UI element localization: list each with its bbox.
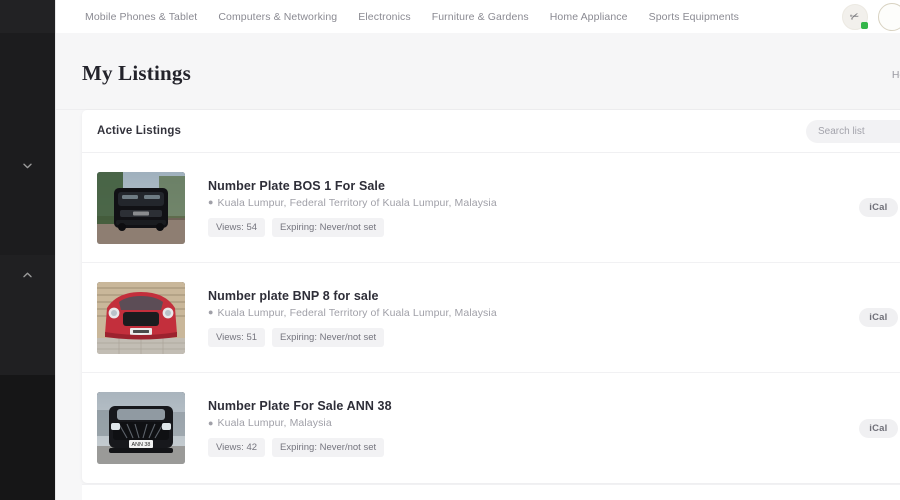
- views-badge: Views: 54: [208, 217, 266, 237]
- chevron-down-icon[interactable]: [0, 161, 55, 170]
- nav-link-computers-networking[interactable]: Computers & Networking: [218, 11, 337, 23]
- listing-thumbnail[interactable]: [97, 171, 185, 244]
- listing-title[interactable]: Number Plate For Sale ANN 38: [208, 399, 900, 413]
- listing-actions: iCal ✎ Edit: [859, 308, 900, 327]
- listing-location: ● Kuala Lumpur, Federal Territory of Kua…: [208, 307, 900, 319]
- search-wrapper: [806, 120, 900, 143]
- listing-actions: iCal ✎ Edit: [859, 418, 900, 438]
- nav-right-actions: ✂: [842, 0, 900, 33]
- nav-link-mobile-phones-tablet[interactable]: Mobile Phones & Tablet: [85, 11, 197, 23]
- listing-thumbnail[interactable]: [97, 281, 185, 354]
- page-header: My Listings Hom: [56, 33, 900, 110]
- listing-details: Number Plate BOS 1 For Sale ● Kuala Lump…: [208, 179, 900, 237]
- main-content: Mobile Phones & Tablet Computers & Netwo…: [56, 0, 900, 500]
- ical-button[interactable]: iCal: [859, 198, 898, 217]
- ical-button-label: iCal: [869, 422, 888, 434]
- listing-actions: iCal ✎ Edit: [859, 198, 900, 217]
- nav-link-electronics[interactable]: Electronics: [358, 11, 410, 23]
- table-row[interactable]: Number Plate BOS 1 For Sale ● Kuala Lump…: [82, 153, 900, 263]
- nav-link-home-appliance[interactable]: Home Appliance: [550, 11, 628, 23]
- views-badge: Views: 42: [208, 438, 266, 457]
- ical-button-label: iCal: [869, 312, 888, 323]
- sidebar-top-section: [0, 0, 55, 33]
- expiry-badge: Expiring: Never/not set: [272, 327, 385, 347]
- map-pin-icon: ●: [208, 307, 214, 317]
- listing-chips: Views: 54 Expiring: Never/not set: [208, 217, 900, 237]
- active-listings-card: Active Listings Search list Number Plate…: [82, 110, 900, 483]
- notification-icon[interactable]: ✂: [842, 3, 868, 30]
- listing-location: ● Kuala Lumpur, Federal Territory of Kua…: [208, 197, 900, 209]
- search-input[interactable]: [806, 120, 900, 143]
- map-pin-icon: ●: [208, 417, 214, 428]
- online-status-dot: [861, 21, 868, 29]
- nav-link-sports-equipments[interactable]: Sports Equipments: [649, 11, 739, 23]
- card-header: Active Listings: [82, 110, 900, 153]
- sidebar-section-c[interactable]: [0, 375, 55, 500]
- top-navigation-bar: Mobile Phones & Tablet Computers & Netwo…: [56, 0, 900, 33]
- expiry-badge: Expiring: Never/not set: [272, 217, 385, 237]
- card-bottom-strip: [82, 484, 900, 500]
- listing-title[interactable]: Number plate BNP 8 for sale: [208, 289, 900, 303]
- listing-thumbnail[interactable]: ANN 38: [97, 392, 185, 464]
- listing-location: ● Kuala Lumpur, Malaysia: [208, 417, 900, 429]
- ical-button-label: iCal: [869, 202, 888, 213]
- listing-details: Number Plate For Sale ANN 38 ● Kuala Lum…: [208, 399, 900, 457]
- views-badge: Views: 51: [208, 327, 266, 347]
- expiry-badge: Expiring: Never/not set: [272, 438, 385, 457]
- listing-chips: Views: 42 Expiring: Never/not set: [208, 438, 900, 457]
- sidebar-section-a[interactable]: [0, 33, 55, 255]
- page-title: My Listings: [82, 61, 191, 85]
- nav-link-furniture-gardens[interactable]: Furniture & Gardens: [432, 11, 529, 23]
- card-title: Active Listings: [97, 125, 182, 137]
- listing-location-text: Kuala Lumpur, Malaysia: [217, 417, 332, 429]
- breadcrumb[interactable]: Hom: [892, 69, 900, 81]
- svg-text:ANN 38: ANN 38: [132, 442, 151, 448]
- left-sidebar: [0, 0, 55, 500]
- table-row[interactable]: ANN 38 Number Plate For Sale ANN 38 ● Ku…: [82, 373, 900, 483]
- category-nav: Mobile Phones & Tablet Computers & Netwo…: [85, 11, 739, 23]
- listing-title[interactable]: Number Plate BOS 1 For Sale: [208, 179, 900, 193]
- listing-details: Number plate BNP 8 for sale ● Kuala Lump…: [208, 289, 900, 347]
- ical-button[interactable]: iCal: [859, 308, 898, 327]
- listing-location-text: Kuala Lumpur, Federal Territory of Kuala…: [217, 306, 497, 319]
- map-pin-icon: ●: [208, 197, 214, 207]
- listing-location-text: Kuala Lumpur, Federal Territory of Kuala…: [217, 196, 497, 209]
- table-row[interactable]: Number plate BNP 8 for sale ● Kuala Lump…: [82, 263, 900, 373]
- ical-button[interactable]: iCal: [859, 418, 898, 438]
- user-avatar[interactable]: [878, 2, 900, 31]
- bell-glyph: ✂: [848, 9, 862, 25]
- chevron-up-icon[interactable]: [0, 270, 55, 279]
- listing-chips: Views: 51 Expiring: Never/not set: [208, 327, 900, 347]
